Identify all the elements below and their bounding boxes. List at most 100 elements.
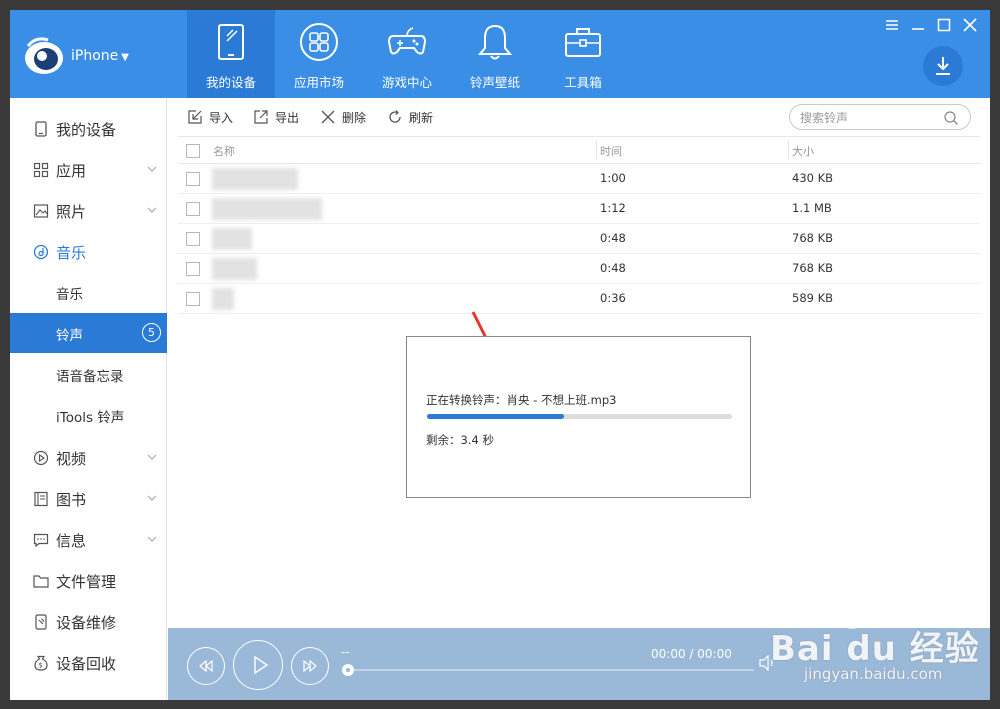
- minimize-icon[interactable]: [910, 17, 926, 33]
- sidebar-item-music[interactable]: 音乐: [10, 232, 167, 272]
- tab-toolbox[interactable]: 工具箱: [539, 10, 627, 98]
- chevron-down-icon: [147, 166, 157, 172]
- device-selector[interactable]: iPhone ▼: [71, 48, 129, 64]
- search-input[interactable]: [800, 109, 940, 126]
- count-badge: 5: [142, 323, 161, 342]
- seek-handle[interactable]: [342, 664, 354, 676]
- menu-icon[interactable]: [884, 17, 900, 33]
- playback-time: 00:00 / 00:00: [651, 647, 732, 661]
- photo-icon: [33, 204, 49, 218]
- itools-logo-icon: [25, 37, 63, 74]
- select-all-checkbox[interactable]: [186, 144, 200, 158]
- top-header: iPhone ▼ 我的设备 应用市场 游戏中心 铃声壁纸 工具箱: [10, 10, 990, 98]
- sidebar-item-apps[interactable]: 应用: [10, 150, 167, 190]
- sidebar: 我的设备 应用 照片 音乐 音乐 铃声 5 语音备忘录 iTools 铃声 视频…: [10, 98, 167, 700]
- repair-icon: [35, 614, 47, 630]
- book-icon: [34, 491, 48, 507]
- row-time: 0:48: [600, 261, 626, 275]
- header-time[interactable]: 时间: [600, 143, 622, 159]
- sidebar-subitem-voice-memos[interactable]: 语音备忘录: [10, 354, 167, 394]
- svg-text:$: $: [38, 662, 42, 670]
- apps-grid-icon: [300, 23, 338, 61]
- sidebar-item-my-device[interactable]: 我的设备: [10, 109, 167, 149]
- header-size[interactable]: 大小: [792, 143, 814, 159]
- row-checkbox[interactable]: [186, 232, 200, 246]
- watermark-url: jingyan.baidu.com: [804, 665, 943, 683]
- table-row[interactable]: 0:48 768 KB: [178, 224, 980, 254]
- gamepad-icon: [387, 27, 427, 55]
- progress-track: [427, 414, 732, 419]
- refresh-label: 刷新: [409, 111, 434, 125]
- chevron-down-icon: [147, 495, 157, 501]
- toolbar: 导入 导出 删除 刷新: [168, 98, 990, 136]
- blurred-name: [212, 258, 257, 280]
- table-row[interactable]: 1:00 430 KB: [178, 164, 980, 194]
- download-manager-button[interactable]: [923, 46, 963, 86]
- fast-forward-icon: [303, 660, 317, 672]
- music-icon: [33, 244, 49, 260]
- sidebar-item-video[interactable]: 视频: [10, 438, 167, 478]
- next-button[interactable]: [291, 647, 329, 685]
- sidebar-item-photos[interactable]: 照片: [10, 191, 167, 231]
- column-divider: [596, 141, 597, 159]
- header-name[interactable]: 名称: [213, 143, 235, 159]
- sidebar-subitem-label: iTools 铃声: [56, 410, 125, 426]
- sidebar-item-books[interactable]: 图书: [10, 479, 167, 519]
- sidebar-subitem-itools-ringtones[interactable]: iTools 铃声: [10, 395, 167, 435]
- table-row[interactable]: 0:48 768 KB: [178, 254, 980, 284]
- remaining-time: 剩余：3.4 秒: [426, 433, 494, 447]
- blurred-name: [212, 198, 322, 220]
- maximize-icon[interactable]: [936, 17, 952, 33]
- sidebar-item-label: 信息: [56, 532, 87, 550]
- close-icon[interactable]: [962, 17, 978, 33]
- ringtone-table: 名称 时间 大小 1:00 430 KB 1:12 1.1 MB 0:48 76…: [178, 136, 980, 314]
- table-row[interactable]: 0:36 589 KB: [178, 284, 980, 314]
- caret-down-icon: ▼: [121, 52, 129, 63]
- watermark-brand: Bai du 经验: [770, 629, 980, 669]
- tab-label: 应用市场: [293, 75, 344, 90]
- sidebar-item-label: 音乐: [56, 244, 87, 262]
- row-time: 1:00: [600, 171, 626, 185]
- sidebar-item-device-repair[interactable]: 设备维修: [10, 602, 167, 642]
- video-icon: [33, 450, 49, 466]
- chevron-down-icon: [147, 536, 157, 542]
- row-size: 1.1 MB: [792, 201, 832, 215]
- recycle-icon: $: [34, 655, 48, 671]
- blurred-name: [212, 228, 252, 250]
- row-checkbox[interactable]: [186, 172, 200, 186]
- bell-icon: [477, 24, 513, 60]
- rewind-icon: [199, 660, 213, 672]
- row-checkbox[interactable]: [186, 262, 200, 276]
- sidebar-item-label: 文件管理: [56, 573, 117, 591]
- tab-label: 铃声壁纸: [469, 75, 520, 90]
- export-icon: [254, 110, 268, 124]
- sidebar-item-device-recycle[interactable]: $ 设备回收: [10, 643, 167, 683]
- sidebar-subitem-ringtones[interactable]: 铃声 5: [10, 313, 167, 353]
- sidebar-item-label: 设备维修: [56, 614, 117, 632]
- sidebar-item-messages[interactable]: 信息: [10, 520, 167, 560]
- tab-app-market[interactable]: 应用市场: [275, 10, 363, 98]
- sidebar-item-file-manager[interactable]: 文件管理: [10, 561, 167, 601]
- sidebar-subitem-label: 铃声: [56, 328, 83, 344]
- play-button[interactable]: [233, 640, 283, 690]
- folder-icon: [33, 575, 49, 588]
- table-row[interactable]: 1:12 1.1 MB: [178, 194, 980, 224]
- sidebar-item-label: 视频: [56, 450, 87, 468]
- conversion-message: 正在转换铃声：肖央 - 不想上班.mp3: [426, 393, 617, 407]
- chevron-down-icon: [147, 207, 157, 213]
- row-size: 589 KB: [792, 291, 834, 305]
- row-size: 768 KB: [792, 231, 834, 245]
- tab-label: 我的设备: [205, 75, 256, 90]
- search-icon[interactable]: [943, 110, 959, 126]
- tab-game-center[interactable]: 游戏中心: [363, 10, 451, 98]
- seek-track[interactable]: [344, 669, 754, 671]
- sidebar-subitem-label: 语音备忘录: [56, 369, 124, 385]
- device-name-label: iPhone: [71, 48, 119, 64]
- previous-button[interactable]: [187, 647, 225, 685]
- tab-ringtone-wallpaper[interactable]: 铃声壁纸: [451, 10, 539, 98]
- import-label: 导入: [209, 111, 234, 125]
- row-checkbox[interactable]: [186, 292, 200, 306]
- tab-my-device[interactable]: 我的设备: [187, 10, 275, 98]
- sidebar-subitem-music[interactable]: 音乐: [10, 272, 167, 312]
- row-checkbox[interactable]: [186, 202, 200, 216]
